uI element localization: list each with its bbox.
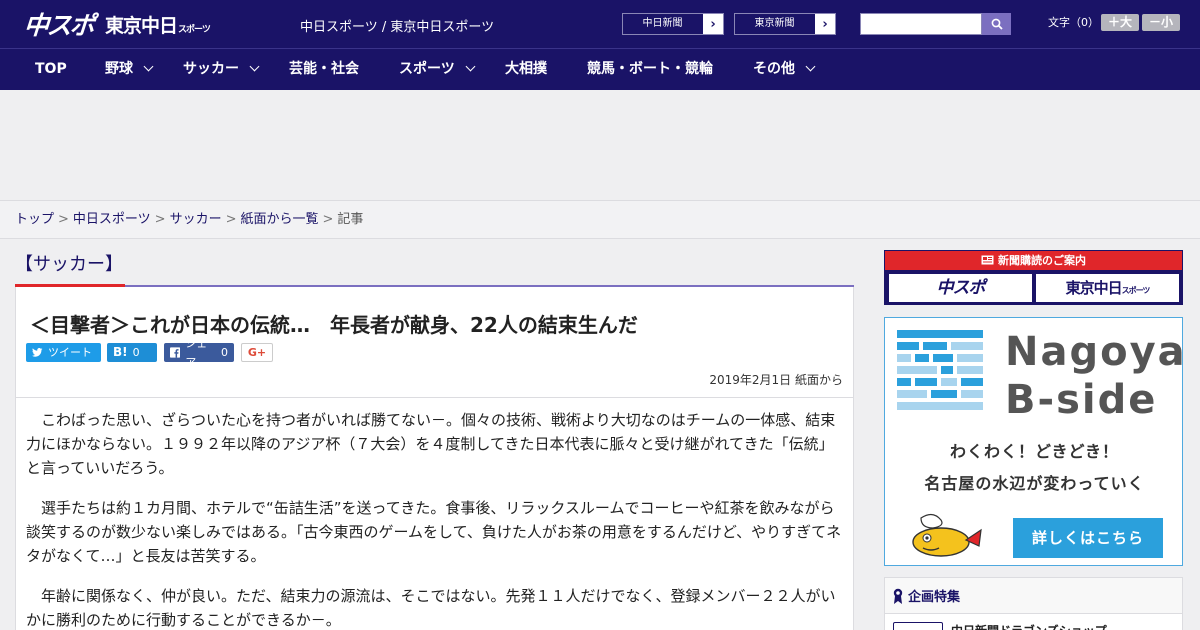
feature-item[interactable]: 中日新聞ドラゴンズショップ bbox=[885, 613, 1182, 630]
search-button[interactable] bbox=[982, 13, 1011, 35]
site-links[interactable]: 中日スポーツ / 東京中日スポーツ bbox=[300, 16, 494, 35]
article-body: こわばった思い、ざらついた心を持つ者がいれば勝てない－。個々の技術、戦術より大切… bbox=[15, 398, 854, 630]
breadcrumb-soccer[interactable]: サッカー bbox=[170, 212, 222, 227]
nav-soccer[interactable]: サッカー bbox=[183, 49, 260, 91]
subscribe-chuspo-logo[interactable]: 中スポ bbox=[889, 274, 1032, 302]
font-larger-button[interactable]: ＋大 bbox=[1101, 14, 1139, 31]
font-size-label: 文字（0） bbox=[1048, 16, 1099, 29]
chunichi-shimbun-link[interactable]: 中日新聞 › bbox=[622, 13, 724, 35]
site-logo[interactable]: 中スポ 東京中日スポーツ bbox=[22, 9, 211, 40]
nav-top[interactable]: TOP bbox=[35, 49, 67, 91]
main-nav: TOP 野球 サッカー 芸能・社会 スポーツ 大相撲 競馬・ボート・競輪 その他 bbox=[0, 48, 1200, 90]
facebook-count: 0 bbox=[221, 346, 228, 359]
hatena-bookmark-button[interactable]: B! 0 bbox=[107, 343, 157, 362]
chevron-right-icon: › bbox=[710, 16, 716, 32]
twitter-icon bbox=[32, 347, 43, 357]
subscription-banner[interactable]: 新聞購読のご案内 中スポ 東京中日スポーツ bbox=[884, 250, 1183, 305]
chevron-down-icon bbox=[143, 61, 154, 72]
nav-entertainment[interactable]: 芸能・社会 bbox=[289, 49, 359, 91]
breadcrumb-paper-list[interactable]: 紙面から一覧 bbox=[241, 212, 319, 227]
article-paragraph: 選手たちは約１カ月間、ホテルで“缶詰生活”を送ってきた。食事後、リラックスルーム… bbox=[26, 499, 842, 565]
chevron-down-icon bbox=[465, 61, 476, 72]
feature-heading: 企画特集 bbox=[893, 586, 960, 605]
breadcrumb-current: 記事 bbox=[337, 212, 364, 227]
nav-other[interactable]: その他 bbox=[753, 49, 816, 91]
bside-tagline: わくわく！どきどき！ bbox=[949, 442, 1120, 461]
bside-details-button[interactable]: 詳しくはこちら bbox=[1013, 518, 1163, 558]
breadcrumb-chunichi-sports[interactable]: 中日スポーツ bbox=[73, 212, 151, 227]
brick-wall-icon bbox=[897, 330, 983, 410]
ad-area bbox=[0, 90, 1200, 200]
fried-shrimp-mascot-icon bbox=[912, 513, 982, 557]
chevron-down-icon bbox=[249, 61, 260, 72]
subscription-heading: 新聞購読のご案内 bbox=[885, 251, 1182, 270]
article-date: 2019年2月1日 紙面から bbox=[709, 373, 843, 387]
chevron-down-icon bbox=[805, 61, 816, 72]
hatena-icon: B! bbox=[113, 345, 128, 359]
feature-thumbnail bbox=[893, 622, 943, 630]
article-paragraph: 年齢に関係なく、仲が良い。ただ、結束力の源流は、そこではない。先発１１人だけでな… bbox=[26, 587, 836, 629]
category-heading: 【サッカー】 bbox=[15, 254, 123, 275]
logo-tokyo-chunichi: 東京中日スポーツ bbox=[105, 14, 211, 37]
google-plus-button[interactable]: G+ bbox=[241, 343, 273, 362]
subscribe-tokyo-chunichi-logo[interactable]: 東京中日スポーツ bbox=[1036, 274, 1179, 302]
tokyo-shimbun-link[interactable]: 東京新聞 › bbox=[734, 13, 836, 35]
facebook-share-button[interactable]: シェア 0 bbox=[164, 337, 234, 369]
logo-chuspo: 中スポ bbox=[22, 11, 94, 40]
nav-baseball[interactable]: 野球 bbox=[105, 49, 154, 91]
search-input[interactable] bbox=[860, 13, 982, 35]
chevron-right-icon: › bbox=[822, 16, 828, 32]
facebook-icon bbox=[170, 347, 181, 358]
breadcrumb: トップ > 中日スポーツ > サッカー > 紙面から一覧 > 記事 bbox=[0, 200, 1200, 239]
nav-sports[interactable]: スポーツ bbox=[399, 49, 476, 91]
newspaper-icon bbox=[981, 255, 994, 265]
search-icon bbox=[991, 18, 1003, 30]
bside-tagline: 名古屋の水辺が変わっていく bbox=[924, 474, 1145, 493]
hatena-count: 0 bbox=[132, 346, 140, 359]
feature-item-title: 中日新聞ドラゴンズショップ bbox=[951, 622, 1107, 630]
font-smaller-button[interactable]: －小 bbox=[1142, 14, 1180, 31]
bside-title: Nagoya B-side bbox=[1005, 329, 1187, 423]
ribbon-icon bbox=[893, 588, 903, 604]
tweet-button[interactable]: ツイート bbox=[26, 343, 101, 362]
nav-sumo[interactable]: 大相撲 bbox=[505, 49, 547, 91]
article-title: ＜目撃者＞これが日本の伝統… 年長者が献身、22人の結束生んだ bbox=[30, 313, 638, 337]
nagoya-bside-banner[interactable]: Nagoya B-side わくわく！どきどき！ 名古屋の水辺が変わっていく 詳し… bbox=[884, 317, 1185, 566]
article-header: ＜目撃者＞これが日本の伝統… 年長者が献身、22人の結束生んだ ツイート B! … bbox=[15, 287, 854, 398]
header-bar: 中スポ 東京中日スポーツ 中日スポーツ / 東京中日スポーツ 中日新聞 › 東京… bbox=[0, 0, 1200, 48]
nav-racing[interactable]: 競馬・ボート・競輪 bbox=[587, 49, 713, 91]
feature-section: 企画特集 中日新聞ドラゴンズショップ bbox=[884, 577, 1183, 630]
article-paragraph: こわばった思い、ざらついた心を持つ者がいれば勝てない－。個々の技術、戦術より大切… bbox=[26, 411, 836, 477]
breadcrumb-top[interactable]: トップ bbox=[15, 212, 54, 227]
